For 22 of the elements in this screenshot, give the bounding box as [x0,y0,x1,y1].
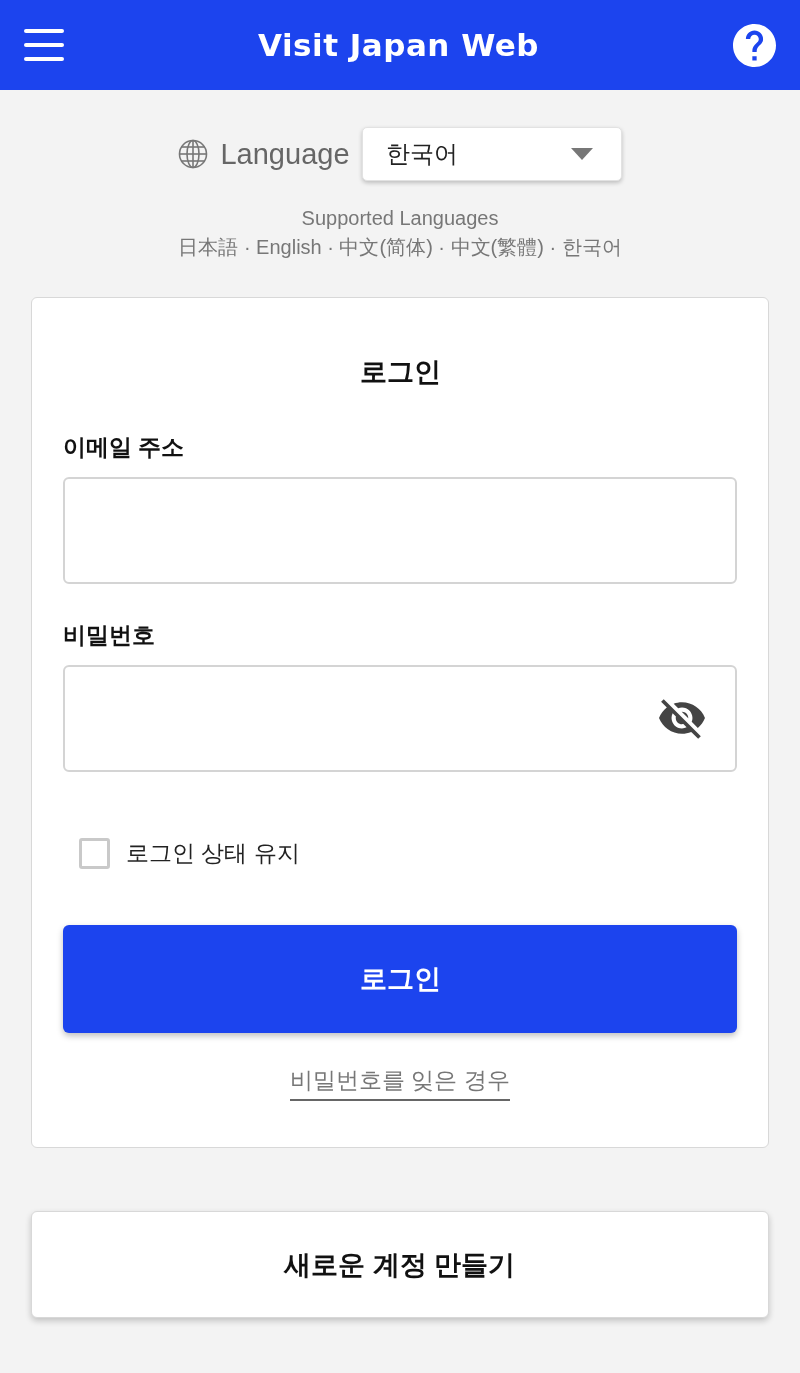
menu-icon [24,29,64,61]
forgot-password-link[interactable]: 비밀번호를 잊은 경우 [290,1065,510,1101]
password-field[interactable] [63,665,737,772]
login-title: 로그인 [358,356,442,389]
field-label: 이메일 주소 [63,433,185,462]
email-field[interactable] [63,477,737,584]
menu-button[interactable] [24,29,64,61]
eye-off-icon[interactable] [659,698,705,739]
caret-icon [570,148,593,160]
supported-languages-title: Supported Languages [301,207,499,230]
create-account-button[interactable]: 새로운 계정 만들기 [31,1211,769,1318]
app-title: Visit Japan Web [258,27,539,63]
language-label: Language [220,137,350,171]
field-label: 비밀번호 [63,621,155,650]
supported-languages-list: 日本語 · English · 中文(简体) · 中文(繁體) · 한국어 [178,234,622,261]
remember-label: 로그인 상태 유지 [126,839,300,868]
login-button[interactable]: 로그인 [63,925,737,1033]
globe-icon [178,139,209,169]
remember-checkbox[interactable] [79,838,110,869]
help-button[interactable] [733,23,776,67]
language-select[interactable]: 한국어 [361,127,622,181]
help-icon [733,23,776,67]
